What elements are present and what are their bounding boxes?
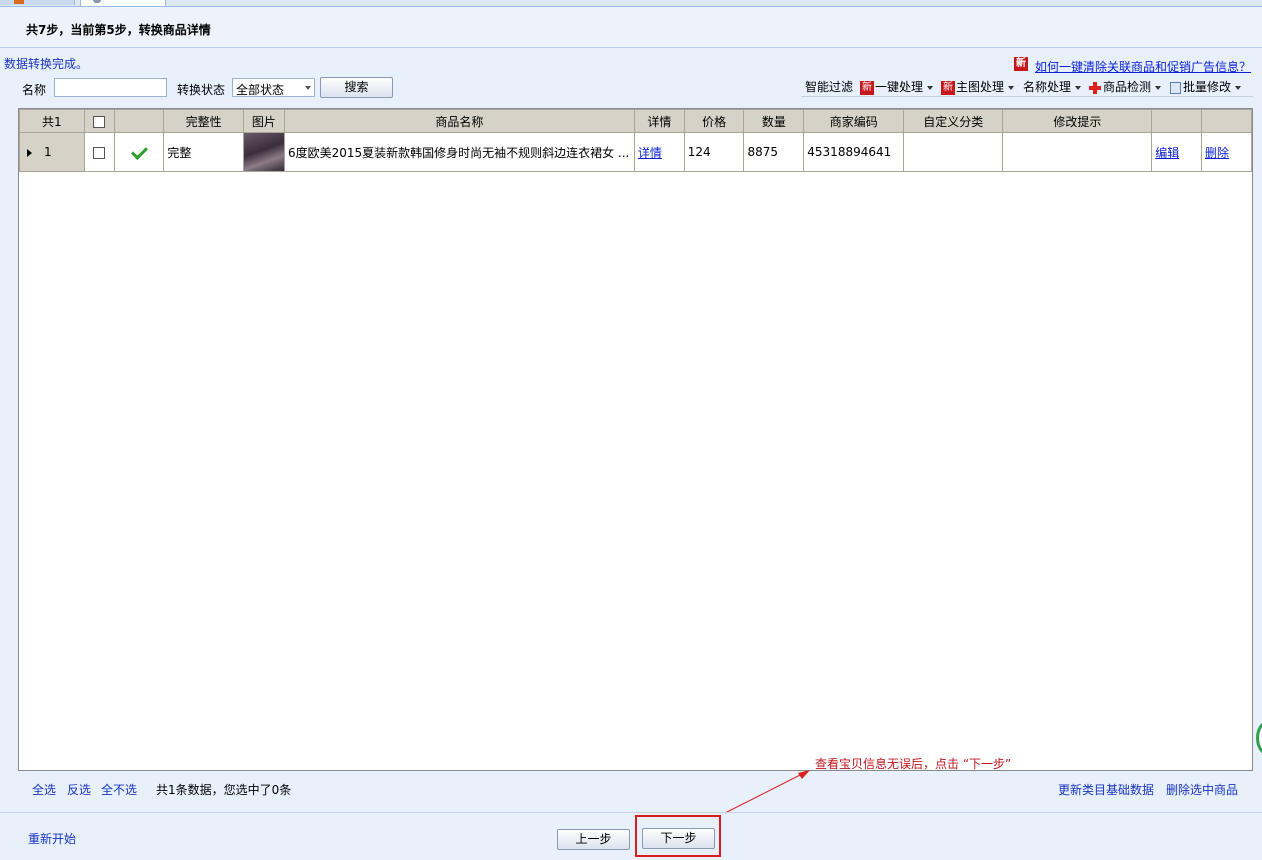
row-index: 1: [44, 145, 52, 159]
status-message: 数据转换完成。: [4, 57, 89, 71]
col-header-hint: 修改提示: [1002, 109, 1153, 133]
select-none-link[interactable]: 全不选: [101, 781, 137, 798]
select-all-checkbox[interactable]: [93, 115, 106, 128]
smart-filter-button[interactable]: 智能过滤: [805, 78, 853, 95]
floating-widget-icon[interactable]: [1256, 720, 1262, 756]
help-link[interactable]: 如何一键清除关联商品和促销广告信息？: [1035, 58, 1251, 75]
col-header-merchant-code: 商家编码: [803, 109, 905, 133]
checkmark-icon: [130, 143, 148, 160]
prev-step-button[interactable]: 上一步: [557, 829, 630, 850]
chevron-down-icon: [1008, 85, 1015, 90]
step-title: 共7步，当前第5步，转换商品详情: [26, 23, 211, 37]
col-header-detail: 详情: [633, 109, 685, 133]
product-grid: 共1 完整性 图片 商品名称 详情 价格 数量 商家编码 自定义分类 修改提示 …: [18, 108, 1253, 771]
col-header-quantity: 数量: [743, 109, 805, 133]
delete-selected-link[interactable]: 删除选中商品: [1166, 781, 1238, 798]
product-table: 共1 完整性 图片 商品名称 详情 价格 数量 商家编码 自定义分类 修改提示 …: [19, 109, 1252, 172]
row-header[interactable]: 1: [19, 132, 85, 172]
col-header-custom-category: 自定义分类: [903, 109, 1004, 133]
col-header-edit: [1151, 109, 1203, 133]
tab-icon: [93, 0, 101, 3]
search-button[interactable]: 搜索: [320, 77, 393, 98]
col-header-select-all[interactable]: [83, 109, 115, 133]
row-hint: [1002, 132, 1153, 172]
chevron-down-icon: [1155, 85, 1162, 90]
chevron-down-icon: [1235, 85, 1242, 90]
row-custom-category: [903, 132, 1004, 172]
col-header-price: 价格: [683, 109, 745, 133]
product-check-menu[interactable]: 商品检测: [1089, 78, 1162, 95]
product-thumbnail: [244, 133, 284, 171]
tab-strip: [0, 0, 1262, 7]
col-header-status: [113, 109, 165, 133]
batch-edit-menu[interactable]: 批量修改: [1170, 78, 1242, 95]
row-status-cell: [113, 132, 165, 172]
chevron-down-icon: [927, 85, 934, 90]
main-image-label: 主图处理: [956, 80, 1005, 94]
row-checkbox[interactable]: [93, 146, 106, 159]
annotation-arrow-icon: [724, 770, 810, 814]
product-check-label: 商品检测: [1103, 80, 1152, 94]
batch-edit-icon: [1170, 81, 1181, 94]
row-product-name: 6度欧美2015夏装新款韩国修身时尚无袖不规则斜边连衣裙女 ...: [283, 132, 635, 172]
row-completeness: 完整: [163, 132, 244, 172]
row-price: 124: [683, 132, 745, 172]
row-quantity: 8875: [743, 132, 805, 172]
state-label: 转换状态: [177, 83, 226, 97]
batch-edit-label: 批量修改: [1183, 80, 1232, 94]
one-click-label: 一键处理: [875, 80, 924, 94]
col-header-completeness: 完整性: [163, 109, 244, 133]
red-cross-icon: [1089, 81, 1101, 94]
name-input[interactable]: [54, 78, 167, 97]
chevron-down-icon: [1075, 85, 1082, 90]
new-badge-icon: 新: [860, 80, 874, 95]
hint-annotation: 查看宝贝信息无误后，点击 “下一步”: [815, 757, 1012, 771]
one-click-menu[interactable]: 新一键处理: [860, 78, 934, 95]
state-select-value: 全部状态: [236, 83, 285, 97]
tab-previous[interactable]: [0, 0, 75, 5]
row-detail-cell: 详情: [633, 132, 685, 172]
state-select[interactable]: 全部状态: [232, 78, 315, 97]
toolbar: 智能过滤 新一键处理 新主图处理 名称处理 商品检测 批量修改: [801, 76, 1253, 97]
tab-icon: [14, 0, 24, 4]
row-pointer-icon: [27, 148, 32, 157]
row-image-cell: [242, 132, 285, 172]
delete-link[interactable]: 删除: [1205, 146, 1229, 160]
col-header-count: 共1: [19, 109, 85, 133]
main-image-menu[interactable]: 新主图处理: [941, 78, 1015, 95]
name-process-menu[interactable]: 名称处理: [1023, 78, 1082, 95]
restart-link[interactable]: 重新开始: [28, 830, 76, 847]
selection-summary: 共1条数据，您选中了0条: [156, 783, 292, 797]
table-header-row: 共1 完整性 图片 商品名称 详情 价格 数量 商家编码 自定义分类 修改提示: [19, 109, 1252, 133]
invert-selection-link[interactable]: 反选: [67, 781, 91, 798]
row-delete-cell: 删除: [1201, 132, 1252, 172]
col-header-delete: [1201, 109, 1252, 133]
update-category-link[interactable]: 更新类目基础数据: [1058, 781, 1154, 798]
name-label: 名称: [22, 83, 47, 97]
table-row[interactable]: 1 完整 6度欧美2015夏装新款韩国修身时尚无袖不规则斜边连衣裙女 ... 详…: [19, 132, 1252, 172]
next-step-button[interactable]: 下一步: [642, 828, 715, 849]
select-all-link[interactable]: 全选: [32, 781, 56, 798]
row-merchant-code: 45318894641: [803, 132, 905, 172]
new-badge-icon: 新: [941, 80, 955, 95]
col-header-image: 图片: [242, 109, 285, 133]
col-header-name: 商品名称: [283, 109, 635, 133]
chevron-down-icon: [305, 86, 311, 90]
row-select-cell[interactable]: [83, 132, 115, 172]
footer-divider: [0, 812, 1262, 813]
tab-active[interactable]: [80, 0, 166, 6]
new-badge-icon: 新: [1014, 57, 1028, 71]
edit-link[interactable]: 编辑: [1155, 146, 1179, 160]
name-process-label: 名称处理: [1023, 80, 1072, 94]
row-edit-cell: 编辑: [1151, 132, 1203, 172]
detail-link[interactable]: 详情: [638, 146, 662, 160]
